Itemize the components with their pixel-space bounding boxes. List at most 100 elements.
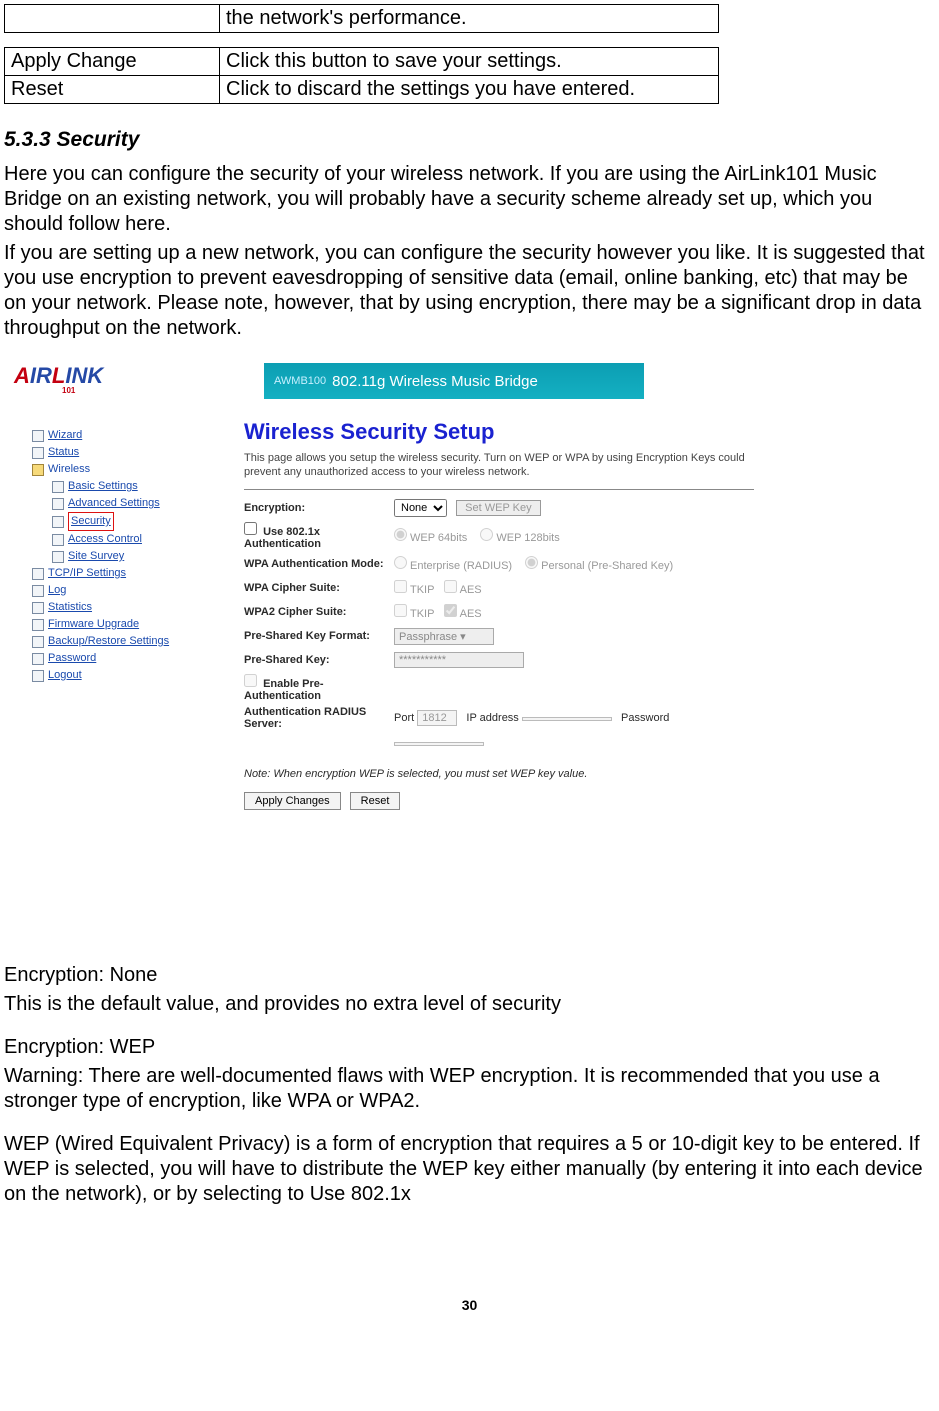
- tree-label: Wizard: [48, 427, 82, 444]
- preauth-checkbox[interactable]: [244, 674, 257, 687]
- product-banner: AWMB100 802.11g Wireless Music Bridge: [264, 363, 644, 399]
- wpa2-cipher-group: TKIP AES: [394, 604, 482, 620]
- panel-description: This page allows you setup the wireless …: [244, 451, 754, 479]
- use-8021x-wrap: Use 802.1x Authentication: [244, 522, 394, 550]
- tree-item-stats[interactable]: Statistics: [12, 599, 232, 616]
- table-fragment-top: the network's performance.: [4, 4, 719, 33]
- apply-changes-button[interactable]: Apply Changes: [244, 792, 341, 810]
- tree-label: Site Survey: [68, 548, 124, 565]
- para-security-1: Here you can configure the security of y…: [4, 162, 935, 237]
- tree-item-tcpip[interactable]: TCP/IP Settings: [12, 565, 232, 582]
- psk-format-label: Pre-Shared Key Format:: [244, 630, 394, 642]
- radius-password-input[interactable]: [394, 742, 484, 746]
- panel-title: Wireless Security Setup: [244, 419, 754, 445]
- tree-item-password[interactable]: Password: [12, 650, 232, 667]
- tree-item-basic[interactable]: Basic Settings: [12, 478, 232, 495]
- table-apply-reset: Apply Change Click this button to save y…: [4, 47, 719, 104]
- psk-format-select[interactable]: Passphrase ▾: [394, 628, 494, 645]
- enc-wep-heading: Encryption: WEP: [4, 1035, 935, 1060]
- tree-item-wizard[interactable]: Wizard: [12, 427, 232, 444]
- wpa-tkip-checkbox[interactable]: [394, 580, 407, 593]
- tree-label: Access Control: [68, 531, 142, 548]
- wpa2-tkip-label: TKIP: [410, 608, 434, 620]
- tree-label: Log: [48, 582, 66, 599]
- wep-bits-group: WEP 64bits WEP 128bits: [394, 528, 560, 544]
- divider: [244, 489, 754, 490]
- tree-label-selected: Security: [68, 512, 114, 531]
- wpa-enterprise-radio[interactable]: [394, 556, 407, 569]
- port-label: Port: [394, 712, 414, 724]
- section-heading: 5.3.3 Security: [4, 128, 935, 152]
- tree-item-logout[interactable]: Logout: [12, 667, 232, 684]
- preauth-wrap: Enable Pre-Authentication: [244, 674, 394, 702]
- pw-label: Password: [621, 712, 669, 724]
- enc-none-body: This is the default value, and provides …: [4, 992, 935, 1017]
- banner-title: 802.11g Wireless Music Bridge: [332, 373, 538, 390]
- page-icon: [32, 670, 44, 682]
- enc-none-heading: Encryption: None: [4, 963, 935, 988]
- page-icon: [32, 447, 44, 459]
- page-icon: [52, 498, 64, 510]
- ip-label: IP address: [466, 712, 518, 724]
- enc-wep-warning: Warning: There are well-documented flaws…: [4, 1064, 935, 1114]
- wep64-radio[interactable]: [394, 528, 407, 541]
- radius-group: Port 1812 IP address Password: [394, 710, 669, 726]
- tree-item-status[interactable]: Status: [12, 444, 232, 461]
- cell-empty: [5, 5, 220, 33]
- wpa-personal-radio[interactable]: [525, 556, 538, 569]
- tree-label: Backup/Restore Settings: [48, 633, 169, 650]
- encryption-label: Encryption:: [244, 502, 394, 514]
- wpa2-aes-label: AES: [460, 608, 482, 620]
- psk-label: Pre-Shared Key:: [244, 654, 394, 666]
- reset-button[interactable]: Reset: [350, 792, 401, 810]
- wpa2-cipher-label: WPA2 Cipher Suite:: [244, 606, 394, 618]
- tree-item-security[interactable]: Security: [12, 512, 232, 531]
- page-icon: [52, 481, 64, 493]
- tree-item-advanced[interactable]: Advanced Settings: [12, 495, 232, 512]
- enc-wep-body: WEP (Wired Equivalent Privacy) is a form…: [4, 1132, 935, 1207]
- settings-panel: Wireless Security Setup This page allows…: [244, 419, 754, 810]
- wep64-label: WEP 64bits: [410, 532, 467, 544]
- tree-item-access[interactable]: Access Control: [12, 531, 232, 548]
- wpa2-aes-checkbox[interactable]: [444, 604, 457, 617]
- tree-item-wireless[interactable]: Wireless: [12, 461, 232, 478]
- wep128-radio[interactable]: [480, 528, 493, 541]
- folder-icon: [32, 464, 44, 476]
- wpa2-tkip-checkbox[interactable]: [394, 604, 407, 617]
- tree-item-backup[interactable]: Backup/Restore Settings: [12, 633, 232, 650]
- page-number: 30: [4, 1297, 935, 1313]
- tree-label: Status: [48, 444, 79, 461]
- psk-input[interactable]: ***********: [394, 652, 524, 668]
- wpa-personal-label: Personal (Pre-Shared Key): [541, 560, 673, 572]
- port-input[interactable]: 1812: [417, 710, 457, 726]
- cell-reset: Reset: [5, 76, 220, 104]
- tree-item-fw[interactable]: Firmware Upgrade: [12, 616, 232, 633]
- page-icon: [32, 430, 44, 442]
- cell-reset-desc: Click to discard the settings you have e…: [220, 76, 719, 104]
- wpa-cipher-group: TKIP AES: [394, 580, 482, 596]
- airlink-logo: AIRLINK 101: [14, 363, 103, 395]
- tree-label: Logout: [48, 667, 82, 684]
- tree-label: Firmware Upgrade: [48, 616, 139, 633]
- tree-label: Statistics: [48, 599, 92, 616]
- wpa-aes-label: AES: [460, 584, 482, 596]
- tree-label: Wireless: [48, 461, 90, 478]
- embedded-screenshot: AIRLINK 101 AWMB100 802.11g Wireless Mus…: [4, 359, 765, 941]
- use-8021x-checkbox[interactable]: [244, 522, 257, 535]
- para-security-2: If you are setting up a new network, you…: [4, 241, 935, 341]
- radius-label: Authentication RADIUS Server:: [244, 706, 394, 730]
- page-icon: [32, 619, 44, 631]
- tree-item-survey[interactable]: Site Survey: [12, 548, 232, 565]
- wep128-label: WEP 128bits: [496, 532, 559, 544]
- set-wep-key-button[interactable]: Set WEP Key: [456, 500, 540, 516]
- tree-item-log[interactable]: Log: [12, 582, 232, 599]
- page-icon: [32, 585, 44, 597]
- ip-input[interactable]: [522, 717, 612, 721]
- wpa-cipher-label: WPA Cipher Suite:: [244, 582, 394, 594]
- wpa-enterprise-label: Enterprise (RADIUS): [410, 560, 512, 572]
- cell-apply-change: Apply Change: [5, 48, 220, 76]
- page-icon: [32, 602, 44, 614]
- cell-apply-change-desc: Click this button to save your settings.: [220, 48, 719, 76]
- encryption-select[interactable]: None: [394, 499, 447, 517]
- wpa-aes-checkbox[interactable]: [444, 580, 457, 593]
